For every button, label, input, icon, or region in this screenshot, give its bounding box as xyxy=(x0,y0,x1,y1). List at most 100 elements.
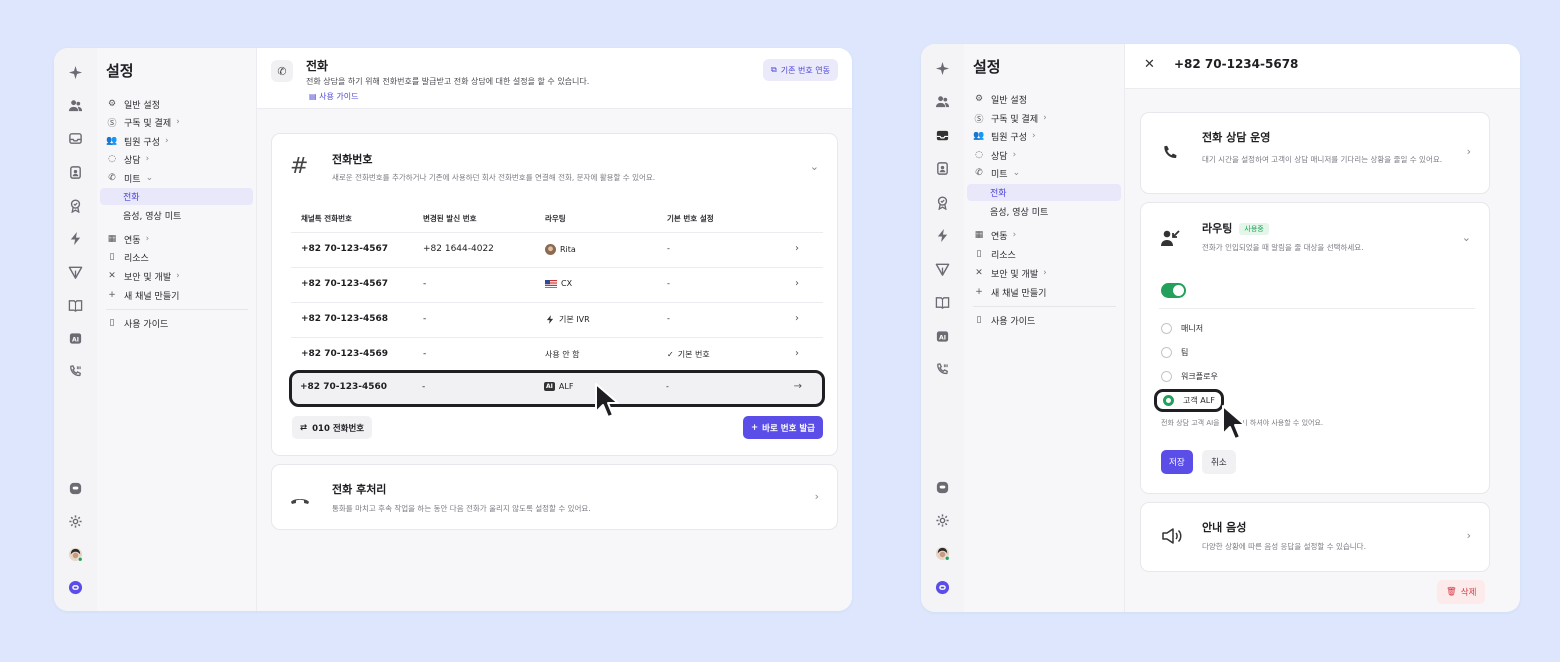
nav-integration[interactable]: ▦ 연동 › xyxy=(973,227,1016,243)
bolt-icon[interactable] xyxy=(67,230,84,247)
gear-icon[interactable] xyxy=(934,512,951,529)
nav-team[interactable]: 👥 팀원 구성 › xyxy=(106,133,168,149)
nav-sub-voice-video[interactable]: 음성, 영상 미트 xyxy=(100,207,253,224)
nav-sub-phone[interactable]: 전화 xyxy=(100,188,253,205)
chevron-right-icon: › xyxy=(795,348,799,359)
nav-consult[interactable]: ◌ 상담 › xyxy=(973,147,1016,163)
chevron-right-icon: › xyxy=(795,278,799,289)
announcement-card[interactable]: 안내 음성 다양한 상황에 따른 음성 응답을 설정할 수 있습니다. › xyxy=(1140,502,1490,572)
guide-link[interactable]: ▤ 사용 가이드 xyxy=(309,91,358,102)
check-icon: ✓ xyxy=(667,350,674,359)
nav-sub-phone[interactable]: 전화 xyxy=(967,184,1121,201)
nav-guide[interactable]: ▯ 사용 가이드 xyxy=(106,315,169,331)
row-caller-id: - xyxy=(423,314,427,324)
nav-sub-voice-video[interactable]: 음성, 영상 미트 xyxy=(967,203,1121,220)
operation-card[interactable]: 전화 상담 운영 대기 시간을 설정하여 고객이 상담 매니저를 기다리는 상황… xyxy=(1140,112,1490,194)
book-icon: ▯ xyxy=(976,315,982,325)
nav-new-channel[interactable]: + 새 채널 만들기 xyxy=(106,287,179,303)
contact-card-icon[interactable] xyxy=(67,164,84,181)
book-icon[interactable] xyxy=(67,297,84,314)
nav-subscription[interactable]: Ⓢ 구독 및 결제 › xyxy=(106,114,179,130)
channel-logo-icon[interactable] xyxy=(67,579,84,596)
row-routing: CX xyxy=(545,279,572,288)
sparkle-icon[interactable] xyxy=(934,60,951,77)
radio-dot-selected xyxy=(1163,395,1174,406)
team-icon: 👥 xyxy=(973,131,985,141)
routing-toggle[interactable] xyxy=(1161,283,1186,298)
phone-call-icon[interactable] xyxy=(934,361,951,378)
table-row[interactable]: +82 70-123-4569 - 사용 안 함 ✓ 기본 번호 › xyxy=(291,337,823,372)
send-icon[interactable] xyxy=(67,264,84,281)
bolt-icon[interactable] xyxy=(934,227,951,244)
radio-customer-alf[interactable]: 고객 ALF xyxy=(1154,389,1224,412)
row-number: +82 70-123-4567 xyxy=(301,244,389,254)
chevron-down-icon[interactable]: ⌄ xyxy=(1462,231,1471,244)
external-link-icon: ⧉ xyxy=(771,65,777,74)
row-default: - xyxy=(667,314,670,323)
status-badge: 사용중 xyxy=(1239,223,1269,235)
nav-consult[interactable]: ◌ 상담 › xyxy=(106,151,149,167)
people-icon[interactable] xyxy=(67,97,84,114)
save-button[interactable]: 저장 xyxy=(1161,450,1193,474)
column-header: 기본 번호 설정 xyxy=(667,214,714,223)
chat-bubble-icon[interactable] xyxy=(934,479,951,496)
gear-icon[interactable] xyxy=(67,513,84,530)
detail-header: ✕ +82 70-1234-5678 xyxy=(1125,44,1520,89)
link-existing-number-button[interactable]: ⧉ 기존 번호 연동 xyxy=(763,59,838,81)
table-row[interactable]: +82 70-123-4568 - 기본 IVR - › xyxy=(291,302,823,337)
plus-icon: + xyxy=(108,290,116,300)
card-description: 통화를 마치고 후속 작업을 하는 동안 다음 전화가 울리지 않도록 설정할 … xyxy=(332,504,591,513)
badge-icon[interactable] xyxy=(934,194,951,211)
dollar-icon: Ⓢ xyxy=(974,114,984,125)
book-icon[interactable] xyxy=(934,294,951,311)
row-number: +82 70-123-4560 xyxy=(300,382,388,392)
svg-text:AI: AI xyxy=(72,336,79,343)
ai-icon[interactable]: AI xyxy=(934,328,951,345)
issue-number-button[interactable]: + 바로 번호 발급 xyxy=(743,416,823,439)
nav-security[interactable]: ✕ 보안 및 개발 › xyxy=(973,265,1047,281)
inbox-icon[interactable] xyxy=(67,130,84,147)
nav-general-settings[interactable]: ⚙ 일반 설정 xyxy=(973,91,1027,107)
ai-badge-icon: AI xyxy=(544,382,555,391)
avatar[interactable] xyxy=(934,545,951,562)
chat-bubble-icon[interactable] xyxy=(67,480,84,497)
radio-team[interactable]: 팀 xyxy=(1161,347,1188,358)
nav-meet[interactable]: ✆ 미트 ⌄ xyxy=(973,165,1020,181)
nav-security[interactable]: ✕ 보안 및 개발 › xyxy=(106,268,180,284)
after-call-card[interactable]: 전화 후처리 통화를 마치고 후속 작업을 하는 동안 다음 전화가 울리지 않… xyxy=(271,464,838,530)
cancel-button[interactable]: 취소 xyxy=(1202,450,1236,474)
contact-card-icon[interactable] xyxy=(934,160,951,177)
nav-integration[interactable]: ▦ 연동 › xyxy=(106,231,149,247)
nav-resources[interactable]: ▯ 리소스 xyxy=(973,246,1016,262)
close-icon[interactable]: ✕ xyxy=(1144,57,1155,72)
card-title: 전화 후처리 xyxy=(332,483,387,496)
nav-team[interactable]: 👥 팀원 구성 › xyxy=(973,128,1035,144)
nav-guide[interactable]: ▯ 사용 가이드 xyxy=(973,312,1036,328)
avatar[interactable] xyxy=(67,546,84,563)
table-row-highlighted[interactable]: +82 70-123-4560 - AI ALF - → xyxy=(289,370,825,407)
phone-call-icon[interactable] xyxy=(67,363,84,380)
chat-icon: ◌ xyxy=(108,154,116,164)
btn-010-number[interactable]: ⇄ 010 전화번호 xyxy=(292,416,373,439)
chevron-down-icon[interactable]: ⌄ xyxy=(810,160,819,173)
nav-subscription[interactable]: Ⓢ 구독 및 결제 › xyxy=(973,110,1046,126)
nav-meet[interactable]: ✆ 미트 ⌄ xyxy=(106,170,153,186)
channel-logo-icon[interactable] xyxy=(934,579,951,596)
nav-new-channel[interactable]: + 새 채널 만들기 xyxy=(973,284,1046,300)
send-icon[interactable] xyxy=(934,261,951,278)
card-description: 새로운 전화번호를 추가하거나 기존에 사용하던 회사 전화번호를 연결해 전화… xyxy=(332,173,656,182)
row-default: - xyxy=(667,244,670,253)
delete-button[interactable]: 🗑 삭제 xyxy=(1437,580,1486,604)
ai-icon[interactable]: AI xyxy=(67,330,84,347)
people-icon[interactable] xyxy=(934,93,951,110)
nav-resources[interactable]: ▯ 리소스 xyxy=(106,249,149,265)
radio-workflow[interactable]: 워크플로우 xyxy=(1161,371,1218,382)
nav-general-settings[interactable]: ⚙ 일반 설정 xyxy=(106,96,160,112)
table-row[interactable]: +82 70-123-4567 +82 1644-4022 Rita - › xyxy=(291,232,823,267)
badge-icon[interactable] xyxy=(67,197,84,214)
settings-sidebar: 설정 ⚙ 일반 설정 Ⓢ 구독 및 결제 › 👥 팀원 구성 › ◌ 상담 › ✆ 미트 ⌄ 전화… xyxy=(97,48,257,611)
sparkle-icon[interactable] xyxy=(67,64,84,81)
radio-manager[interactable]: 매니저 xyxy=(1161,323,1203,334)
inbox-icon[interactable] xyxy=(934,127,951,144)
table-row[interactable]: +82 70-123-4567 - CX - › xyxy=(291,267,823,302)
